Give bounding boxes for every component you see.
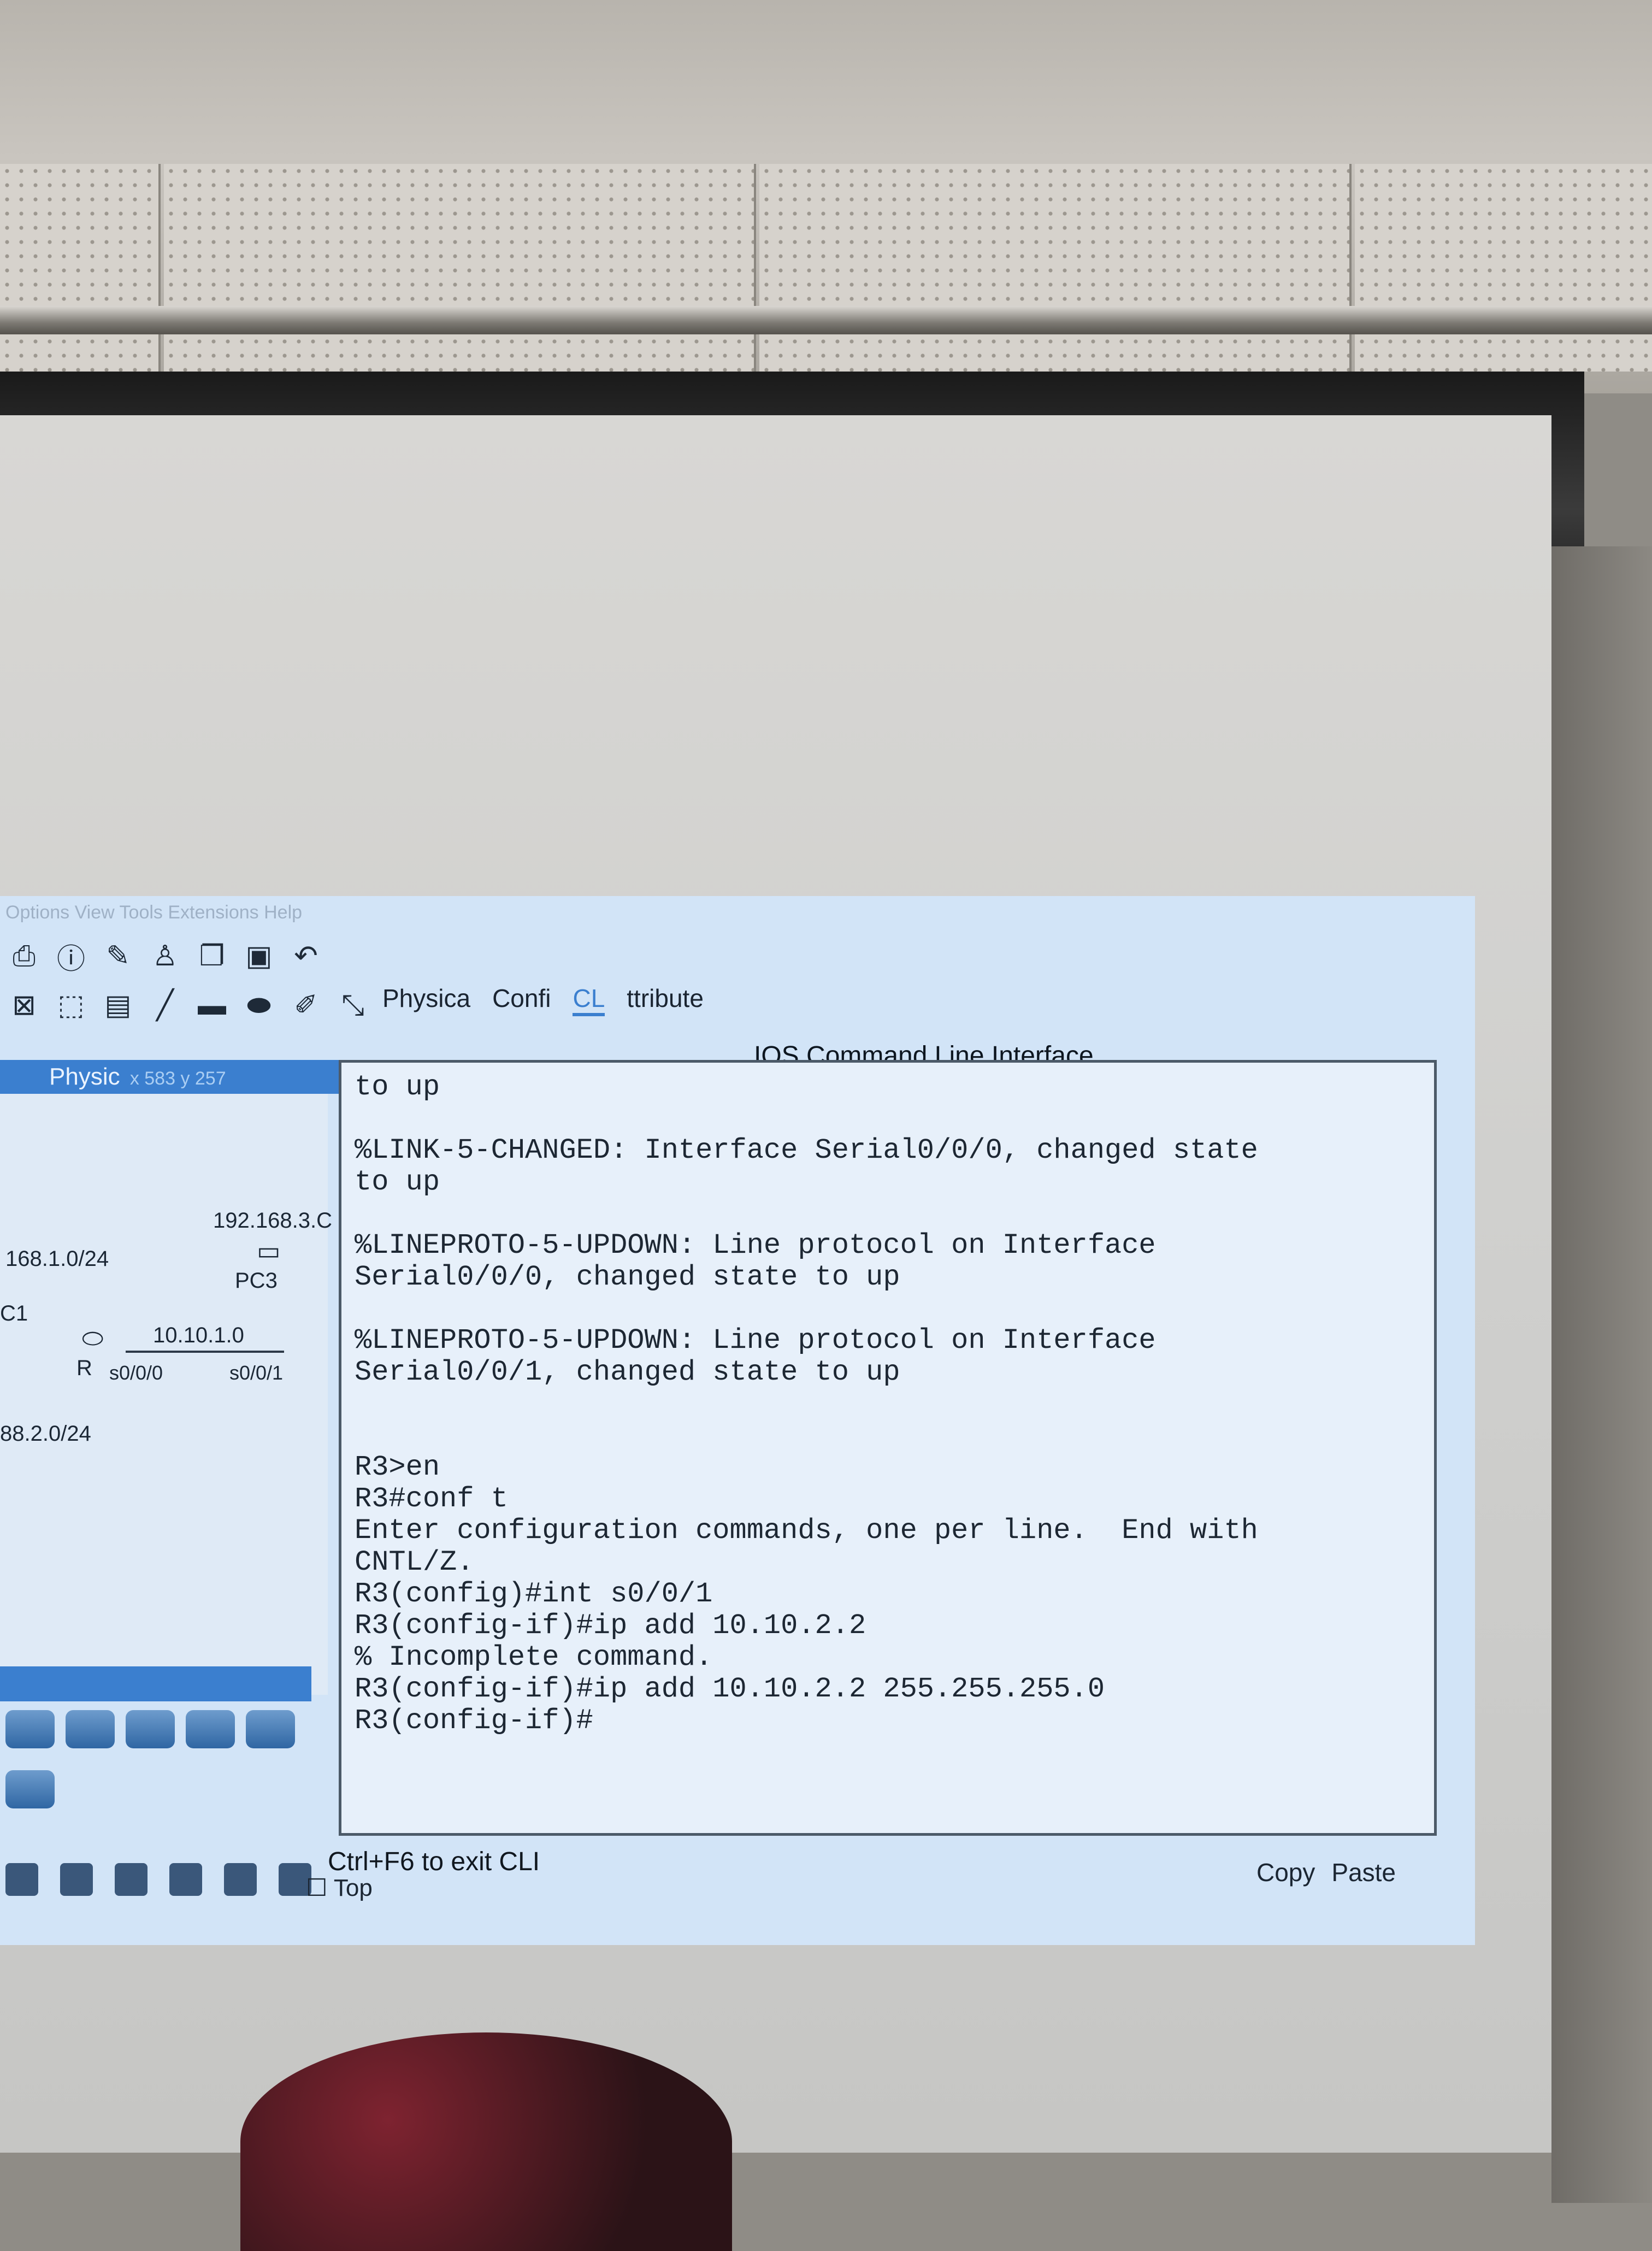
router-icon[interactable]: ⬭ (82, 1323, 103, 1354)
topology-workspace[interactable]: 192.168.3.C 168.1.0/24 ▭ PC3 C1 ⬭ 10.10.… (0, 1094, 332, 1695)
audience-head (240, 2032, 732, 2251)
cloud-icon[interactable] (126, 1710, 175, 1748)
explorer-icon[interactable] (5, 1863, 38, 1896)
cli-actions: Copy Paste (1256, 1858, 1396, 1887)
wall (1551, 546, 1652, 2203)
ceiling (0, 0, 1652, 393)
simulation-bar[interactable] (0, 1666, 311, 1701)
iface-label: s0/0/1 (229, 1362, 284, 1384)
cli-console[interactable]: to up %LINK-5-CHANGED: Interface Serial0… (339, 1060, 1437, 1836)
note-icon[interactable]: ▤ (99, 987, 137, 1024)
pc-icon[interactable]: ▭ (257, 1236, 280, 1265)
packet-tracer-window: Options View Tools Extensions Help ⎙ ⓘ ✎… (0, 896, 1475, 1945)
drawing-toolbar: ⊠ ⬚ ▤ ╱ ▬ ⬬ ✐ ⤡ (0, 983, 371, 1027)
ceiling-panel (1355, 164, 1652, 372)
tab-physical[interactable]: Physica (382, 983, 470, 1016)
resize-icon[interactable]: ⤡ (334, 987, 371, 1024)
lightning-icon[interactable] (5, 1710, 55, 1748)
link-label: 10.10.1.0 (153, 1323, 244, 1347)
phone-icon[interactable] (5, 1770, 55, 1808)
rectangle-icon[interactable]: ▬ (193, 987, 231, 1024)
tab-cli[interactable]: CL (573, 983, 605, 1016)
tab-config[interactable]: Confi (492, 983, 551, 1016)
cursor-coords: x 583 y 257 (129, 1068, 226, 1089)
switch-icon[interactable] (246, 1710, 295, 1748)
menu-bar[interactable]: Options View Tools Extensions Help (0, 896, 388, 929)
copy-icon[interactable]: ❐ (193, 938, 231, 975)
tab-attributes[interactable]: ttribute (627, 983, 704, 1016)
main-toolbar: ⎙ ⓘ ✎ ♙ ❐ ▣ ↶ (0, 934, 324, 978)
router-icon[interactable] (186, 1710, 235, 1748)
ceiling-panel (759, 164, 1352, 372)
chrome-icon[interactable] (224, 1863, 257, 1896)
net-label: 88.2.0/24 (0, 1422, 91, 1446)
store-icon[interactable] (60, 1863, 93, 1896)
firefox-icon[interactable] (169, 1863, 202, 1896)
workspace-label: Physic (49, 1063, 120, 1090)
device-palette (0, 1705, 322, 1825)
workspace-bar[interactable]: Physic x 583 y 257 (0, 1060, 361, 1094)
projector-rail (0, 306, 1652, 334)
router-label: R (76, 1356, 92, 1380)
folder-icon[interactable] (66, 1710, 115, 1748)
paste-button[interactable]: Paste (1331, 1858, 1396, 1887)
top-checkbox[interactable]: ☐ Top (306, 1874, 373, 1902)
serial-link (126, 1351, 284, 1353)
net-label: 192.168.3.C (213, 1209, 332, 1233)
pencil-icon[interactable]: ✐ (287, 987, 324, 1024)
pc-label: C1 (0, 1301, 28, 1325)
cli-output[interactable]: to up %LINK-5-CHANGED: Interface Serial0… (341, 1063, 1434, 1746)
mail-icon[interactable] (115, 1863, 148, 1896)
cli-hint: Ctrl+F6 to exit CLI (328, 1847, 540, 1876)
ceiling-panel (0, 164, 161, 372)
ceiling-panel (164, 164, 756, 372)
draw-icon[interactable]: ✎ (99, 938, 137, 975)
iface-label: s0/0/0 (109, 1362, 163, 1384)
device-tabs: Physica Confi CL ttribute (382, 983, 704, 1016)
info-icon[interactable]: ⓘ (52, 938, 90, 975)
undo-icon[interactable]: ↶ (287, 938, 324, 975)
marquee-icon[interactable]: ⬚ (52, 987, 90, 1024)
net-label: 168.1.0/24 (5, 1247, 109, 1271)
pc-label: PC3 (235, 1269, 278, 1293)
ellipse-icon[interactable]: ⬬ (240, 987, 278, 1024)
paste-icon[interactable]: ▣ (240, 938, 278, 975)
copy-button[interactable]: Copy (1256, 1858, 1315, 1887)
top-checkbox-label: Top (333, 1875, 373, 1901)
line-icon[interactable]: ╱ (146, 987, 184, 1024)
select-icon[interactable]: ⊠ (5, 987, 43, 1024)
user-icon[interactable]: ♙ (146, 938, 184, 975)
print-icon[interactable]: ⎙ (5, 938, 43, 975)
